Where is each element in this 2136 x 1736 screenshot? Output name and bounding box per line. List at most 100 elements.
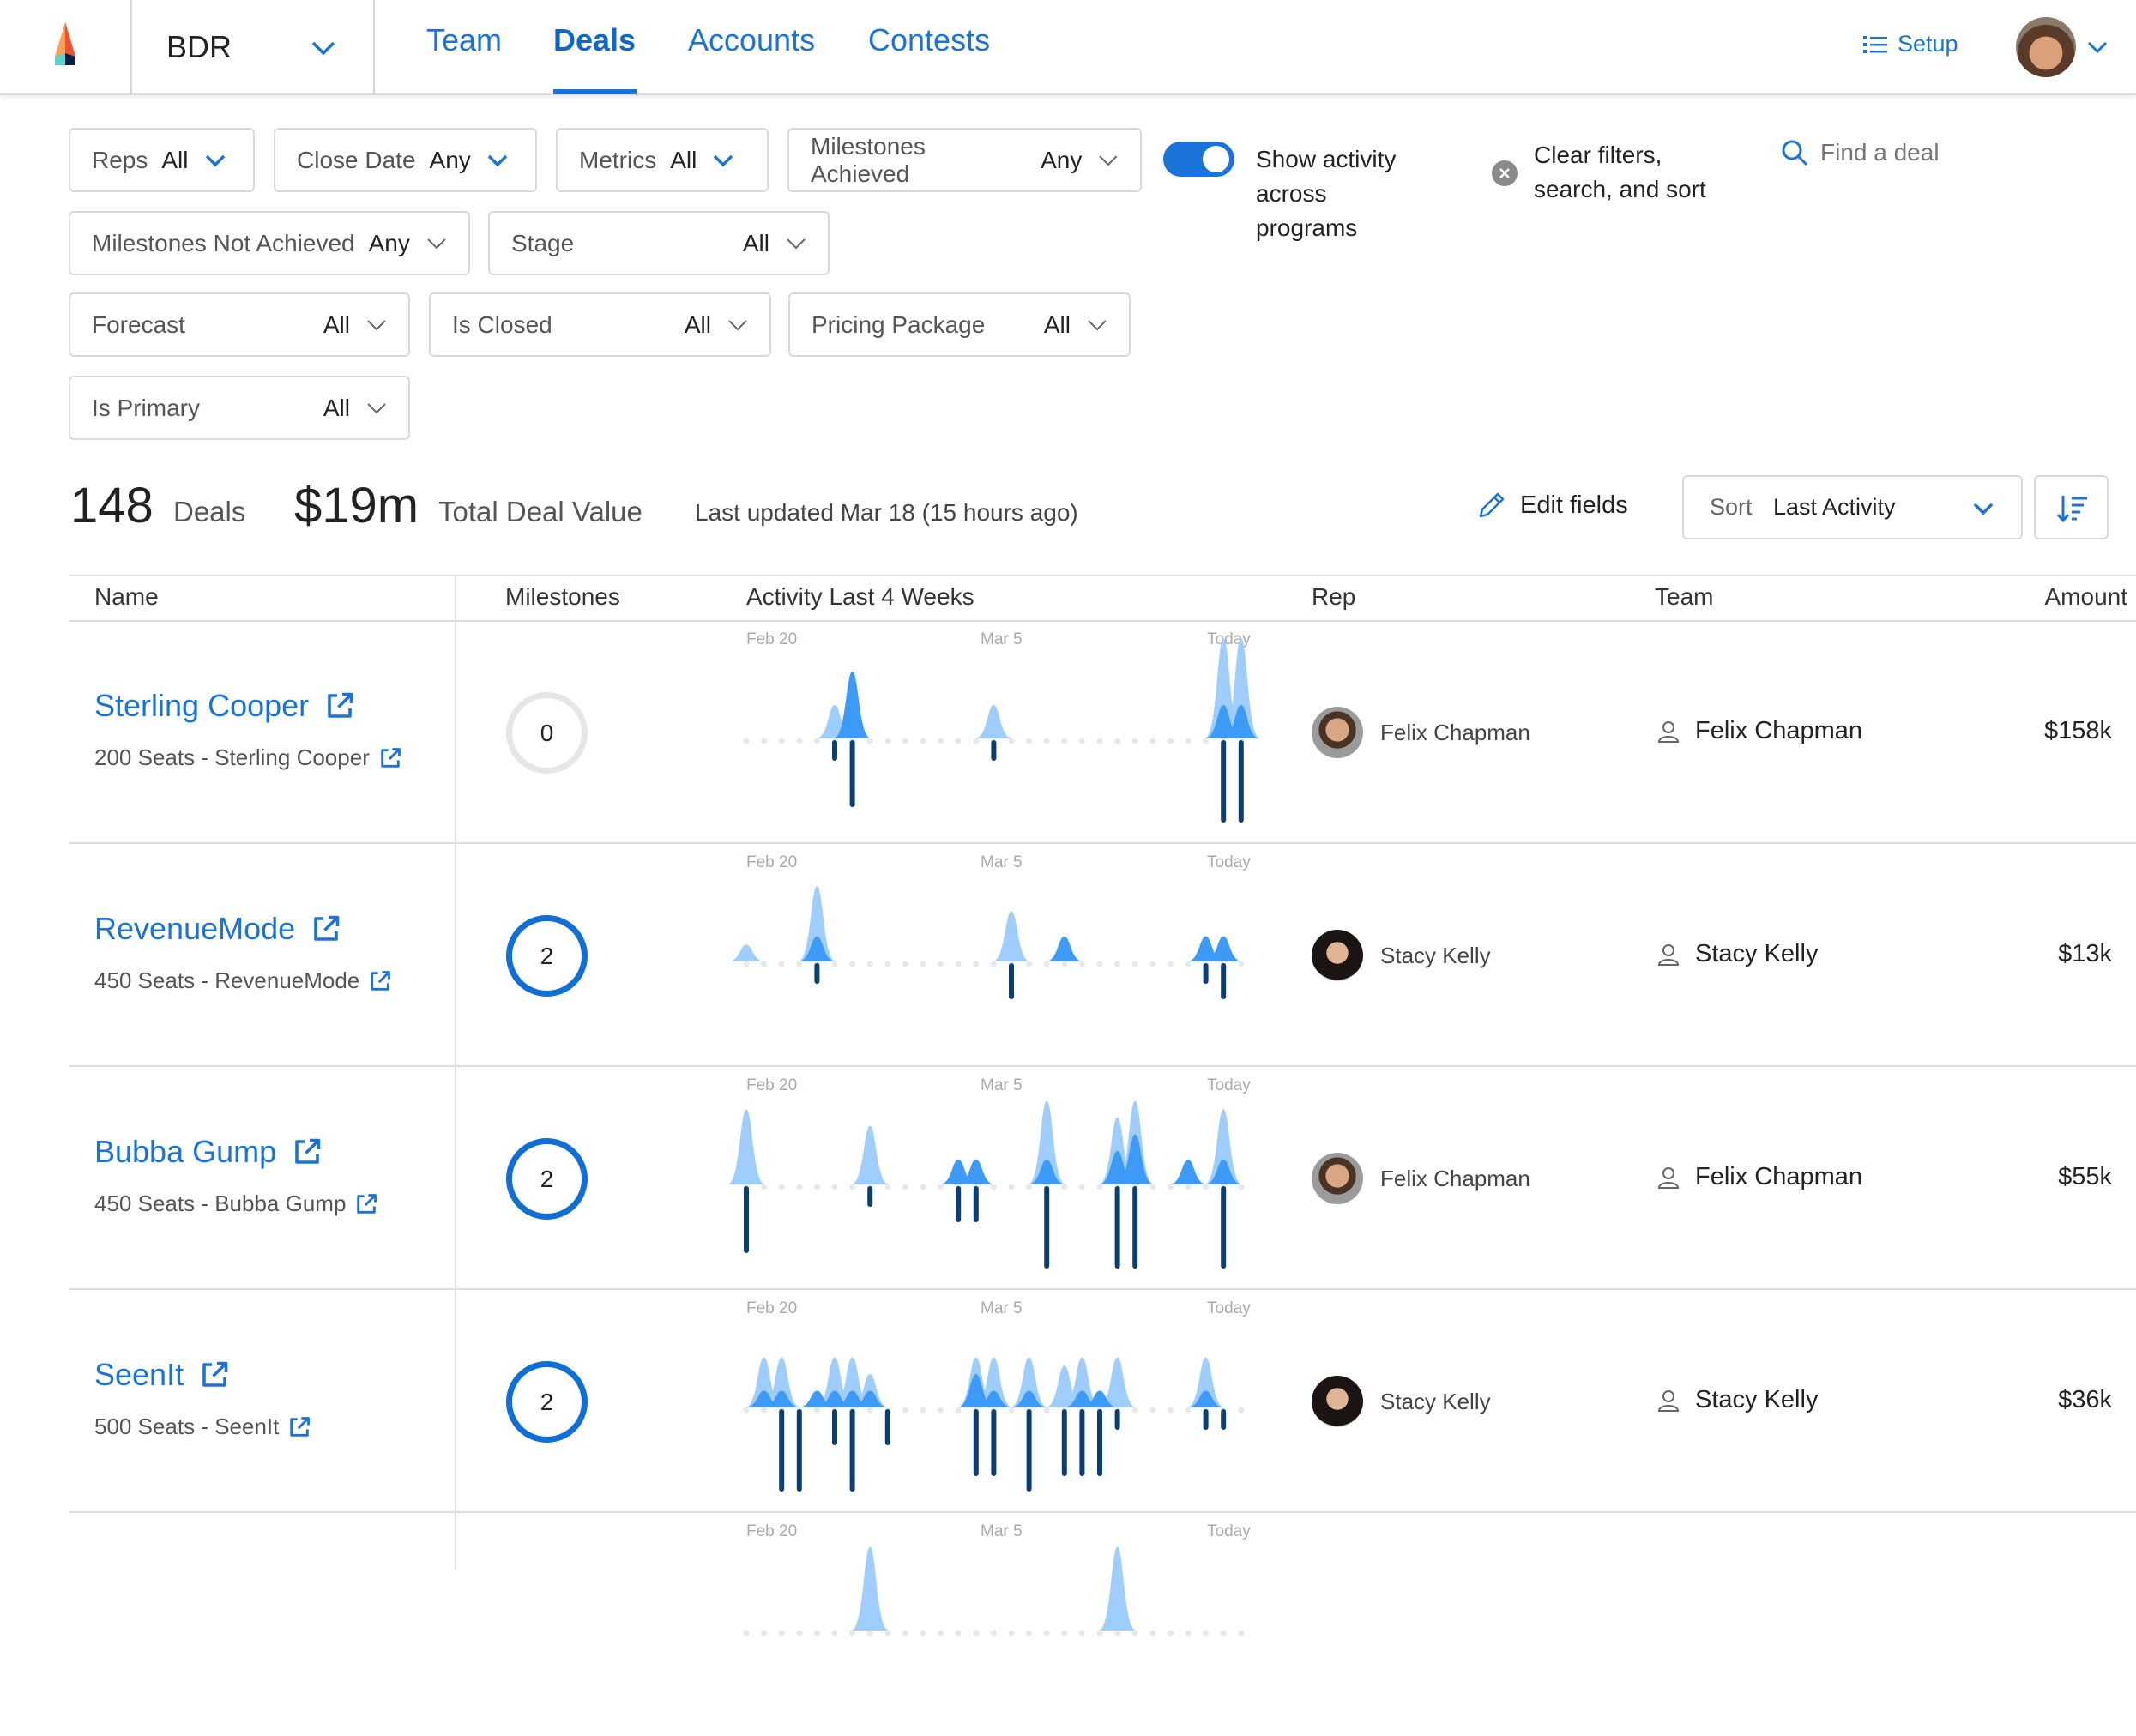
external-link-icon[interactable] <box>287 1415 311 1439</box>
day-dot <box>884 1184 891 1190</box>
column-header-team[interactable]: Team <box>1655 583 1713 611</box>
column-header-activity[interactable]: Activity Last 4 Weeks <box>746 583 974 611</box>
deal-name-link[interactable]: Bubba Gump <box>94 1134 323 1170</box>
day-dot <box>866 1630 873 1637</box>
chevron-down-icon <box>1088 319 1107 330</box>
deal-count: 148 <box>70 478 154 533</box>
day-dot <box>1185 1184 1192 1190</box>
filter-is-closed[interactable]: Is Closed All <box>429 292 771 357</box>
day-dot <box>1061 1630 1068 1637</box>
filter-close-date[interactable]: Close Date Any <box>274 128 537 192</box>
external-link-icon[interactable] <box>368 969 392 993</box>
column-header-amount[interactable]: Amount <box>2045 583 2128 611</box>
milestones-count: 2 <box>540 1388 554 1415</box>
deal-name[interactable]: RevenueMode <box>94 911 295 947</box>
last-updated: Last updated Mar 18 (15 hours ago) <box>695 499 1078 526</box>
find-deal-search[interactable] <box>1781 139 2078 166</box>
milestones-count: 2 <box>540 942 554 969</box>
deal-name[interactable]: Bubba Gump <box>94 1134 276 1170</box>
deal-subtitle-text: 500 Seats - SeenIt <box>94 1414 280 1439</box>
column-header-name[interactable]: Name <box>94 583 159 611</box>
table-row[interactable]: RevenueMode 450 Seats - RevenueMode 2 Fe… <box>0 844 2136 1067</box>
filter-reps[interactable]: Reps All <box>69 128 255 192</box>
team-selector[interactable]: BDR <box>130 0 373 95</box>
date-label: Today <box>1207 1076 1251 1094</box>
filter-milestones-not-achieved[interactable]: Milestones Not Achieved Any <box>69 211 470 275</box>
label-line: search, and sort <box>1534 176 1706 202</box>
milestones-badge[interactable]: 0 <box>506 692 588 774</box>
column-header-milestones[interactable]: Milestones <box>505 583 620 611</box>
tab-deals[interactable]: Deals <box>553 22 636 58</box>
sort-select[interactable]: Sort Last Activity <box>1682 475 2023 539</box>
user-avatar[interactable] <box>2016 17 2076 77</box>
tab-team[interactable]: Team <box>426 22 502 58</box>
day-dot <box>866 738 873 744</box>
external-link-icon[interactable] <box>311 913 341 944</box>
milestones-badge[interactable]: 2 <box>506 915 588 997</box>
day-dot <box>920 1407 926 1414</box>
activity-bump-light <box>1098 1546 1137 1631</box>
day-dot <box>866 1407 873 1414</box>
day-dot <box>1149 1407 1156 1414</box>
filter-is-primary[interactable]: Is Primary All <box>69 376 410 440</box>
day-dot <box>778 1184 785 1190</box>
column-header-rep[interactable]: Rep <box>1312 583 1355 611</box>
date-label: Feb 20 <box>746 853 797 871</box>
top-nav-bar: BDR Team Deals Accounts Contests Setup <box>0 0 2136 95</box>
activity-bump-light <box>851 1546 890 1631</box>
external-link-icon[interactable] <box>199 1359 230 1390</box>
clear-filters-button[interactable]: Clear filters, search, and sort <box>1491 138 1706 207</box>
filter-stage[interactable]: Stage All <box>488 211 830 275</box>
sort-direction-button[interactable] <box>2034 475 2109 539</box>
filter-label: Milestones Achieved <box>811 132 926 187</box>
day-dot <box>1149 961 1156 967</box>
deal-name[interactable]: SeenIt <box>94 1357 184 1393</box>
app-logo-icon[interactable] <box>50 21 81 67</box>
external-link-icon[interactable] <box>292 1136 323 1167</box>
day-dot <box>1078 738 1085 744</box>
day-dot <box>1008 1184 1015 1190</box>
deal-count-label: Deals <box>173 496 246 527</box>
filter-forecast[interactable]: Forecast All <box>69 292 410 357</box>
day-dot <box>1008 1630 1015 1637</box>
external-link-icon[interactable] <box>354 1192 378 1216</box>
filter-milestones-achieved[interactable]: Milestones Achieved Any <box>787 128 1142 192</box>
milestones-badge[interactable]: 2 <box>506 1361 588 1443</box>
tab-accounts[interactable]: Accounts <box>688 22 815 58</box>
rep-name: Felix Chapman <box>1380 719 1530 745</box>
table-row[interactable]: Feb 20 Mar 5 Today <box>0 1513 2136 1736</box>
external-link-icon[interactable] <box>378 746 402 770</box>
day-dot <box>1061 738 1068 744</box>
team-name: Stacy Kelly <box>1695 1386 1819 1414</box>
setup-button[interactable]: Setup <box>1863 31 1958 57</box>
day-dot <box>761 1184 768 1190</box>
chevron-down-icon <box>1973 503 1994 515</box>
day-dot <box>1026 1630 1033 1637</box>
activity-sparkline: Feb 20 Mar 5 Today <box>743 630 1260 823</box>
date-label: Today <box>1207 630 1251 648</box>
day-dot <box>920 961 926 967</box>
deal-name[interactable]: Sterling Cooper <box>94 688 309 724</box>
table-row[interactable]: SeenIt 500 Seats - SeenIt 2 Feb 20 Mar 5 T… <box>0 1290 2136 1513</box>
day-dot <box>1078 961 1085 967</box>
edit-fields-button[interactable]: Edit fields <box>1477 491 1628 520</box>
label-line: Clear filters, <box>1534 142 1662 168</box>
day-dot <box>1185 1407 1192 1414</box>
divider <box>69 575 2136 576</box>
show-activity-label: Show activity across programs <box>1256 142 1396 245</box>
table-row[interactable]: Sterling Cooper 200 Seats - Sterling Coo… <box>0 621 2136 844</box>
table-row[interactable]: Bubba Gump 450 Seats - Bubba Gump 2 Feb … <box>0 1067 2136 1290</box>
day-dot <box>1149 1630 1156 1637</box>
deal-name-link[interactable]: SeenIt <box>94 1357 230 1393</box>
deal-name-link[interactable]: Sterling Cooper <box>94 688 355 724</box>
deal-name-link[interactable]: RevenueMode <box>94 911 341 947</box>
filter-metrics[interactable]: Metrics All <box>556 128 769 192</box>
filter-pricing-package[interactable]: Pricing Package All <box>788 292 1131 357</box>
external-link-icon[interactable] <box>324 690 355 721</box>
chevron-down-icon[interactable] <box>2086 39 2109 55</box>
show-activity-toggle[interactable] <box>1163 142 1234 177</box>
search-input[interactable] <box>1820 139 2078 166</box>
milestones-badge[interactable]: 2 <box>506 1138 588 1220</box>
tab-contests[interactable]: Contests <box>868 22 990 58</box>
day-dot <box>831 1184 838 1190</box>
